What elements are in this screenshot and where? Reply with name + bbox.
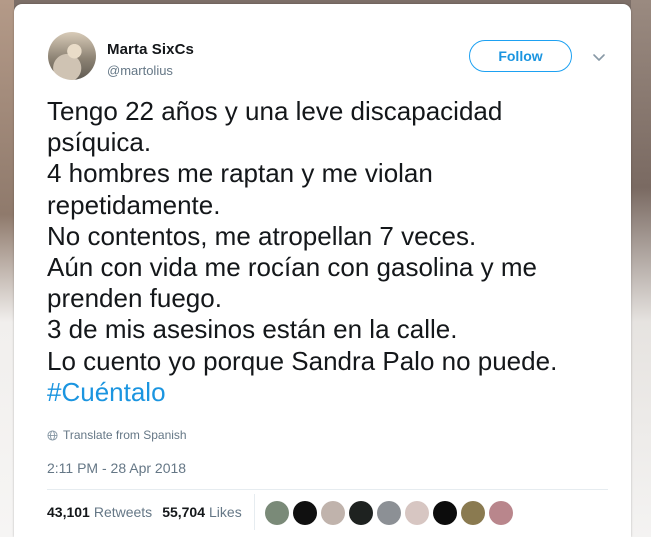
liker-avatar[interactable]: [265, 501, 289, 525]
tweet-text-line: 4 hombres me raptan y me violan: [47, 158, 433, 189]
liker-avatar[interactable]: [433, 501, 457, 525]
background-left-edge: [0, 0, 14, 537]
liker-avatar[interactable]: [405, 501, 429, 525]
tweet-stats: 43,101 Retweets 55,704 Likes: [47, 504, 242, 520]
likes-count[interactable]: 55,704: [162, 504, 205, 520]
tweet-text-line: Tengo 22 años y una leve discapacidad: [47, 96, 503, 126]
liker-avatar[interactable]: [293, 501, 317, 525]
liker-avatar[interactable]: [349, 501, 373, 525]
retweets-label[interactable]: Retweets: [94, 504, 152, 520]
avatar[interactable]: [48, 32, 96, 80]
tweet-text-line: prenden fuego.: [47, 283, 222, 314]
background-right-edge: [631, 0, 651, 537]
follow-button[interactable]: Follow: [469, 40, 572, 72]
likes-label[interactable]: Likes: [209, 504, 242, 520]
tweet-timestamp[interactable]: 2:11 PM - 28 Apr 2018: [47, 460, 186, 476]
liker-avatar[interactable]: [461, 501, 485, 525]
retweets-count[interactable]: 43,101: [47, 504, 90, 520]
liker-avatar[interactable]: [489, 501, 513, 525]
user-handle[interactable]: @martolius: [107, 63, 173, 78]
translate-link[interactable]: Translate from Spanish: [47, 428, 187, 442]
tweet-text-line: 3 de mis asesinos están en la calle.: [47, 314, 458, 345]
hashtag-link[interactable]: #Cuéntalo: [47, 377, 627, 408]
tweet-text-line: Lo cuento yo porque Sandra Palo no puede…: [47, 345, 558, 376]
tweet-text-line: psíquica.: [47, 127, 152, 158]
divider: [47, 489, 608, 490]
tweet-text-line: Aún con vida me rocían con gasolina y me: [47, 252, 537, 283]
liker-avatar[interactable]: [321, 501, 345, 525]
chevron-down-icon[interactable]: [590, 48, 608, 66]
tweet-text-line: repetidamente.: [47, 189, 221, 220]
stats-separator: [254, 494, 255, 530]
tweet-text: Tengo 22 años y una leve discapacidad ps…: [47, 96, 627, 408]
globe-icon: [47, 429, 58, 441]
liker-avatars: [265, 501, 517, 525]
translate-label: Translate from Spanish: [63, 428, 187, 442]
liker-avatar[interactable]: [377, 501, 401, 525]
tweet-card: Marta SixCs @martolius Follow Tengo 22 a…: [14, 4, 631, 537]
tweet-text-line: No contentos, me atropellan 7 veces.: [47, 220, 477, 251]
display-name[interactable]: Marta SixCs: [107, 41, 194, 58]
